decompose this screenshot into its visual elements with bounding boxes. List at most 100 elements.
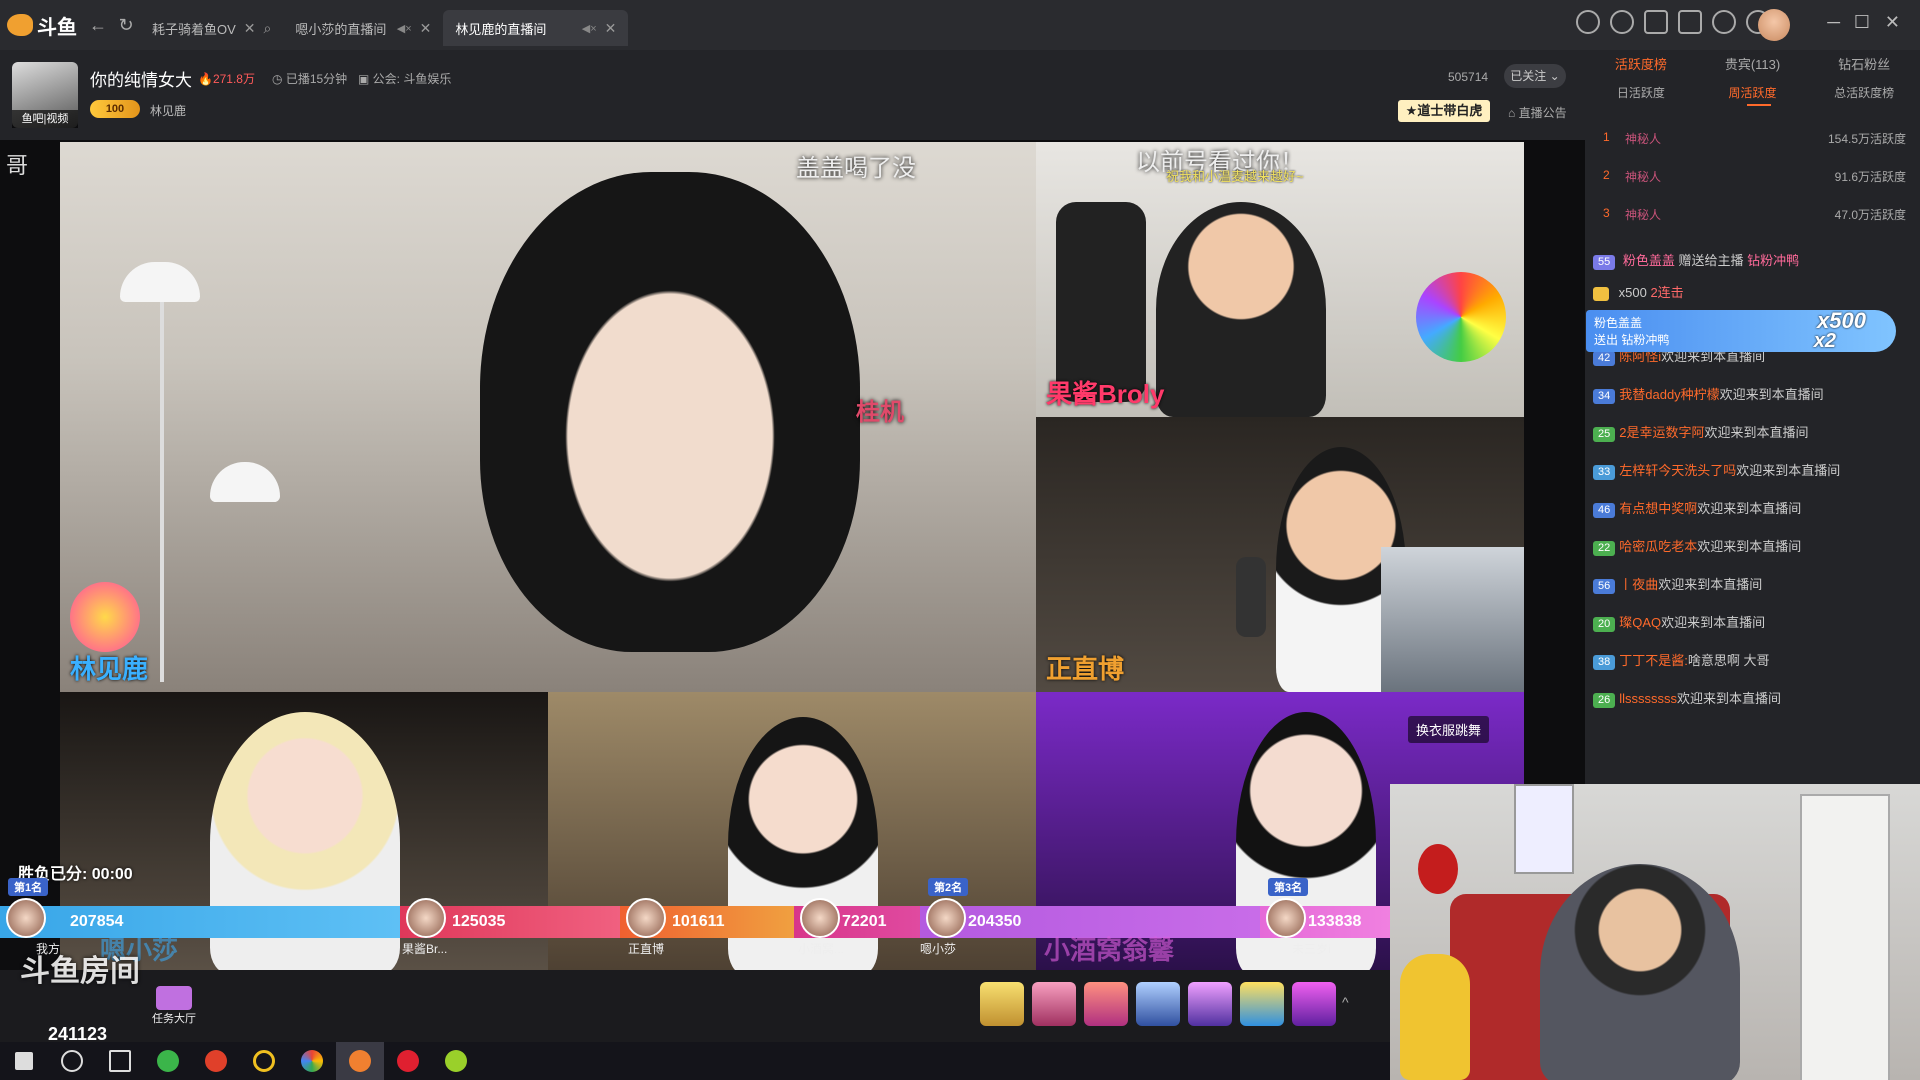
gift-2-icon[interactable] xyxy=(1032,982,1076,1026)
gift-3-icon[interactable] xyxy=(1084,982,1128,1026)
gift-7-icon[interactable] xyxy=(1292,982,1336,1026)
search-icon[interactable]: ⌕ xyxy=(264,20,272,37)
refresh-icon[interactable]: ↻ xyxy=(112,11,140,39)
douyu-app-icon[interactable] xyxy=(336,1042,384,1080)
chat-username[interactable]: 丁丁不是酱: xyxy=(1619,653,1688,668)
pk-names: 我方 果酱Br... 正直博 小酒窝... 嗯小莎 未三岁i xyxy=(0,940,1390,960)
tab-vip[interactable]: 贵宾(113) xyxy=(1697,50,1809,80)
room-title: 你的纯情女大 xyxy=(90,71,192,90)
mute-icon[interactable]: ◀× xyxy=(397,22,412,35)
window-close-icon[interactable]: ✕ xyxy=(1885,12,1900,33)
chat-username[interactable]: llssssssss xyxy=(1619,691,1677,706)
close-icon[interactable]: ✕ xyxy=(605,20,617,37)
chat-username[interactable]: 丨夜曲 xyxy=(1619,577,1658,592)
tab-diamond[interactable]: 钻石粉丝 xyxy=(1808,50,1920,80)
side-text: 哥 xyxy=(6,153,29,178)
task-icon[interactable] xyxy=(1644,10,1668,34)
chevron-up-icon[interactable]: ^ xyxy=(1342,994,1349,1010)
chat-message: 20 璨QAQ欢迎来到本直播间 xyxy=(1593,612,1913,632)
right-panel: 活跃度榜 贵宾(113) 钻石粉丝 日活跃度 周活跃度 总活跃度榜 1 神秘人 … xyxy=(1585,50,1920,784)
guild[interactable]: ▣ 公会: 斗鱼娱乐 xyxy=(358,70,451,87)
tab-1[interactable]: 耗子骑着鱼OV ✕ ⌕ xyxy=(140,10,283,46)
search-icon[interactable] xyxy=(48,1042,96,1080)
video-cell-3[interactable]: 正直博 xyxy=(1036,417,1524,692)
close-icon[interactable]: ✕ xyxy=(420,20,432,37)
netease-music-icon[interactable] xyxy=(384,1042,432,1080)
minimize-icon[interactable]: ─ xyxy=(1827,12,1840,33)
user-level-badge: 26 xyxy=(1593,693,1616,708)
chat-username[interactable]: 左梓轩今天洗头了吗 xyxy=(1619,463,1736,478)
heart-icon[interactable] xyxy=(1610,10,1634,34)
follow-button[interactable]: 已关注 ⌄ xyxy=(1504,64,1566,88)
fish-logo-icon xyxy=(7,14,33,36)
player-name: 小酒窝... xyxy=(798,942,845,956)
kaws-figure xyxy=(1056,202,1146,402)
gift-6-icon[interactable] xyxy=(1240,982,1284,1026)
task-hall-button[interactable]: 任务大厅 xyxy=(146,986,202,1026)
video-cell-2[interactable]: 以前号看过你！ 祝我和小温麦越来越好~ 果酱Broly xyxy=(1036,142,1524,417)
chrome-icon[interactable] xyxy=(288,1042,336,1080)
top-right-sub: 祝我和小温麦越来越好~ xyxy=(1166,169,1304,184)
user-level-badge: 33 xyxy=(1593,465,1616,480)
chat-text: 欢迎来到本直播间 xyxy=(1697,539,1802,554)
player-avatar xyxy=(800,898,840,938)
chat-text: 欢迎来到本直播间 xyxy=(1697,501,1802,516)
video-cell-main[interactable]: 盖盖喝了没 桂机 林见鹿 xyxy=(60,142,1036,692)
back-arrow-icon[interactable]: ← xyxy=(84,11,112,39)
punching-ball xyxy=(1418,844,1458,894)
chat-username[interactable]: 有点想中奖啊 xyxy=(1619,501,1697,516)
rank-row[interactable]: 2 神秘人 91.6万活跃度 xyxy=(1585,156,1920,194)
announce-link[interactable]: ⌂ 直播公告 xyxy=(1508,104,1567,121)
user-level-badge: 46 xyxy=(1593,503,1616,518)
chat-text: 啥意思啊 大哥 xyxy=(1687,653,1770,668)
chat-username[interactable]: 2是幸运数字阿 xyxy=(1619,425,1704,440)
player-name: 未三岁i xyxy=(1292,942,1331,956)
rocket-toy xyxy=(1400,954,1470,1080)
gift-5-icon[interactable] xyxy=(1188,982,1232,1026)
rank-row[interactable]: 3 神秘人 47.0万活跃度 xyxy=(1585,194,1920,232)
wechat-icon[interactable] xyxy=(144,1042,192,1080)
subtab-total[interactable]: 总活跃度榜 xyxy=(1808,80,1920,106)
player-avatar xyxy=(6,898,46,938)
close-icon[interactable]: ✕ xyxy=(244,20,256,37)
rank-tabs: 活跃度榜 贵宾(113) 钻石粉丝 xyxy=(1585,50,1920,80)
app-green-icon[interactable] xyxy=(432,1042,480,1080)
gift-4-icon[interactable] xyxy=(1136,982,1180,1026)
user-level-badge: 20 xyxy=(1593,617,1616,632)
chat-username[interactable]: 哈密瓜吃老本 xyxy=(1619,539,1697,554)
chat-username[interactable]: 璨QAQ xyxy=(1619,615,1661,630)
video-player[interactable]: 哥 盖盖喝了没 桂机 林见鹿 以前号看过你！ 祝我和小温麦越来越好~ 果酱Bro… xyxy=(0,140,1585,970)
tab-3[interactable]: 林见鹿的直播间 ◀× ✕ xyxy=(443,10,629,46)
main-caption: 盖盖喝了没 xyxy=(796,155,916,182)
user-avatar[interactable] xyxy=(1758,9,1790,41)
subtab-weekly[interactable]: 周活跃度 xyxy=(1697,80,1809,106)
cell-label-5: 小酒窝翁馨 xyxy=(1044,935,1175,965)
tab-activity[interactable]: 活跃度榜 xyxy=(1585,50,1697,80)
score-seg-4: 72201 xyxy=(794,898,920,938)
host-name[interactable]: 林见鹿 xyxy=(150,102,186,119)
gift-1-icon[interactable] xyxy=(980,982,1024,1026)
douyu-logo[interactable]: 斗鱼 xyxy=(0,0,84,50)
cell-label-3: 正直博 xyxy=(1046,654,1125,684)
guard-button[interactable]: ★道士带白虎 xyxy=(1398,100,1490,122)
score-seg-1: 第1名 207854 xyxy=(0,878,400,938)
host-avatar[interactable]: 鱼吧|视频 xyxy=(12,62,78,128)
task-view-icon[interactable] xyxy=(96,1042,144,1080)
chat-text: 欢迎来到本直播间 xyxy=(1661,615,1766,630)
chat-username[interactable]: 我替daddy种柠檬 xyxy=(1619,387,1719,402)
tab-2[interactable]: 嗯小莎的直播间 ◀× ✕ xyxy=(283,10,443,46)
chat-text: 欢迎来到本直播间 xyxy=(1677,691,1782,706)
costume-tag[interactable]: 换衣服跳舞 xyxy=(1408,716,1490,743)
windows-start-icon[interactable] xyxy=(0,1042,48,1080)
app-yellow-icon[interactable] xyxy=(240,1042,288,1080)
app-red-icon[interactable] xyxy=(192,1042,240,1080)
pk-score-bar: 第1名 207854 125035 101611 72201 第2名 20435… xyxy=(0,878,1390,938)
chat-message: 22 哈密瓜吃老本欢迎来到本直播间 xyxy=(1593,536,1913,556)
mute-icon[interactable]: ◀× xyxy=(582,22,597,35)
maximize-icon[interactable]: ☐ xyxy=(1854,12,1870,33)
rank-row[interactable]: 1 神秘人 154.5万活跃度 xyxy=(1585,118,1920,156)
shirt-icon[interactable] xyxy=(1678,10,1702,34)
history-icon[interactable] xyxy=(1576,10,1600,34)
subtab-daily[interactable]: 日活跃度 xyxy=(1585,80,1697,106)
message-icon[interactable] xyxy=(1712,10,1736,34)
